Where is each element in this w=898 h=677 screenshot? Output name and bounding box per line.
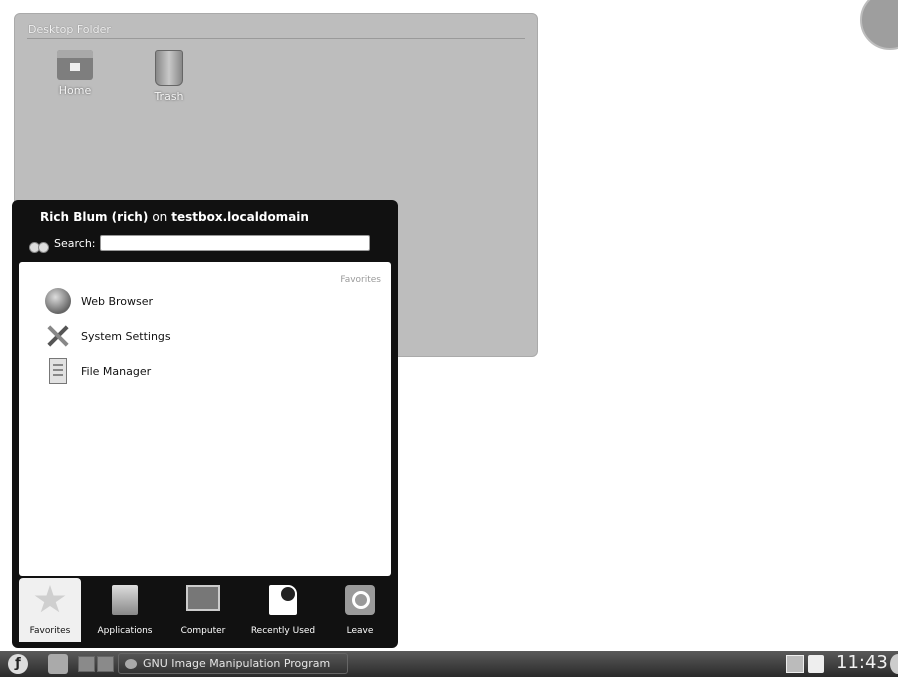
search-row: Search: xyxy=(28,232,370,254)
computer-icon xyxy=(186,585,220,611)
network-icon[interactable] xyxy=(786,655,804,673)
favorite-system-settings[interactable]: System Settings xyxy=(45,321,171,351)
tab-computer[interactable]: Computer xyxy=(169,578,237,642)
recently-used-icon xyxy=(269,585,297,615)
taskbar: ƒ GNU Image Manipulation Program 11:43 xyxy=(0,651,898,677)
desktop-folder-divider xyxy=(27,38,525,39)
desktop-icon-trash-label: Trash xyxy=(154,90,184,103)
home-folder-icon xyxy=(57,50,93,80)
favorite-label: File Manager xyxy=(81,364,152,378)
tab-label: Recently Used xyxy=(250,626,316,636)
tab-label: Computer xyxy=(180,626,226,636)
tab-label: Leave xyxy=(346,626,374,636)
gimp-icon xyxy=(125,658,137,669)
favorite-file-manager[interactable]: File Manager xyxy=(45,356,151,386)
user-on-text: on xyxy=(152,210,168,224)
tools-icon xyxy=(45,323,71,349)
host-name: testbox.localdomain xyxy=(171,210,309,224)
favorites-panel: Favorites Web Browser System Settings Fi… xyxy=(19,262,391,576)
favorite-label: System Settings xyxy=(81,329,171,343)
menu-user-header: Rich Blum (rich) on testbox.localdomain xyxy=(40,210,309,224)
kickoff-tab-bar: Favorites Applications Computer Recently… xyxy=(19,578,391,642)
user-name: Rich Blum (rich) xyxy=(40,210,149,224)
search-label: Search: xyxy=(54,236,96,250)
favorites-section-header: Favorites xyxy=(340,275,381,285)
desktop-icon-home-label: Home xyxy=(58,84,92,97)
clipboard-icon[interactable] xyxy=(808,655,824,673)
tab-applications[interactable]: Applications xyxy=(81,578,169,642)
search-input[interactable] xyxy=(99,235,370,251)
trash-icon xyxy=(155,50,183,86)
task-label: GNU Image Manipulation Program xyxy=(143,657,331,670)
star-icon xyxy=(34,585,66,613)
kde-menu-button[interactable]: ƒ xyxy=(8,654,28,674)
file-manager-icon xyxy=(49,358,67,384)
task-gimp[interactable]: GNU Image Manipulation Program xyxy=(118,653,348,674)
power-icon xyxy=(345,585,375,615)
favorite-label: Web Browser xyxy=(81,294,154,308)
tab-favorites[interactable]: Favorites xyxy=(19,578,81,642)
desktop-icon-trash[interactable]: Trash xyxy=(139,50,199,103)
tab-label: Applications xyxy=(97,626,153,636)
tab-leave[interactable]: Leave xyxy=(329,578,391,642)
applications-icon xyxy=(112,585,138,615)
desktop-toolbox-icon[interactable] xyxy=(860,0,898,50)
desktop-folder-title: Desktop Folder xyxy=(28,23,111,36)
show-desktop-icon[interactable] xyxy=(48,654,68,674)
binoculars-icon xyxy=(28,232,50,254)
favorite-web-browser[interactable]: Web Browser xyxy=(45,286,153,316)
tray-toolbox-icon[interactable] xyxy=(890,654,898,674)
kickoff-menu: Rich Blum (rich) on testbox.localdomain Se… xyxy=(12,200,398,648)
globe-icon xyxy=(45,288,71,314)
desktop-icon-home[interactable]: Home xyxy=(45,50,105,97)
tab-label: Favorites xyxy=(29,626,71,636)
virtual-desktop-pager[interactable] xyxy=(78,656,114,672)
clock[interactable]: 11:43 xyxy=(836,652,888,673)
tab-recently-used[interactable]: Recently Used xyxy=(237,578,329,642)
